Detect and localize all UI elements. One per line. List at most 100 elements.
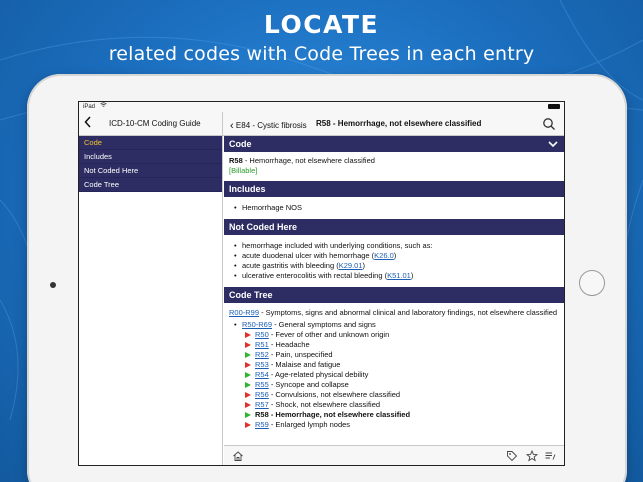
item-text: ) [393, 251, 397, 260]
code-line: R58 - Hemorrhage, not elsewhere classifi… [229, 156, 559, 166]
current-code-text: - Hemorrhage, not elsewhere classified [268, 410, 411, 419]
tree-child-text: - Shock, not elsewhere classified [268, 400, 381, 409]
tag-icon[interactable] [506, 450, 518, 462]
chevron-left-icon[interactable] [84, 116, 92, 131]
status-bar: iPad [79, 102, 564, 112]
sidebar-item-code-tree[interactable]: Code Tree [79, 178, 222, 192]
tree-list: R50-R69 - General symptoms and signs R50… [229, 320, 559, 430]
bottom-toolbar [224, 445, 564, 465]
tree-child-text: - Malaise and fatigue [268, 360, 341, 369]
home-button[interactable] [579, 270, 605, 296]
search-icon[interactable] [542, 117, 556, 131]
code-link-r54[interactable]: R54 [255, 370, 269, 379]
tree-child-text: - Convulsions, not elsewhere classified [268, 390, 401, 399]
code-link-r52[interactable]: R52 [255, 350, 269, 359]
code-link-r51[interactable]: R51 [255, 340, 269, 349]
section-header-code-tree[interactable]: Code Tree [224, 287, 564, 303]
list-item: ulcerative enterocolitis with rectal ble… [229, 271, 559, 281]
headline-title: LOCATE [263, 10, 380, 39]
section-header-code[interactable]: Code [224, 136, 564, 152]
list-item: acute duodenal ulcer with hemorrhage (K2… [229, 251, 559, 261]
code-description: - Hemorrhage, not elsewhere classified [242, 156, 375, 165]
tree-child-item: R51 - Headache [229, 340, 559, 350]
section-title: Not Coded Here [229, 222, 298, 232]
code-link-r50[interactable]: R50 [255, 330, 269, 339]
sidebar-item-includes[interactable]: Includes [79, 150, 222, 164]
section-title: Code [229, 139, 252, 149]
section-header-includes[interactable]: Includes [224, 181, 564, 197]
sidebar-list: Code Includes Not Coded Here Code Tree [79, 136, 222, 192]
notes-icon[interactable] [544, 450, 556, 462]
right-nav: ‹ E84 - Cystic fibrosis R58 - Hemorrhage… [224, 112, 564, 136]
section-title: Includes [229, 184, 266, 194]
section-body-code-tree: R00-R99 - Symptoms, signs and abnormal c… [224, 303, 564, 435]
code-link-r56[interactable]: R56 [255, 390, 269, 399]
tree-child-text: - Pain, unspecified [268, 350, 333, 359]
play-green-icon [245, 382, 251, 388]
tree-child-item: R52 - Pain, unspecified [229, 350, 559, 360]
code-link-r57[interactable]: R57 [255, 400, 269, 409]
content-pane: Code R58 - Hemorrhage, not elsewhere cla… [224, 136, 564, 445]
sidebar-item-code[interactable]: Code [79, 136, 222, 150]
play-red-icon [245, 362, 251, 368]
tree-child-item: R53 - Malaise and fatigue [229, 360, 559, 370]
code-link-r53[interactable]: R53 [255, 360, 269, 369]
item-text: acute duodenal ulcer with hemorrhage ( [242, 251, 375, 260]
play-red-icon [245, 422, 251, 428]
item-text: ) [362, 261, 366, 270]
play-green-icon [245, 412, 251, 418]
tree-child-text: - Syncope and collapse [268, 380, 349, 389]
tree-child-item: R55 - Syncope and collapse [229, 380, 559, 390]
code-link-r59[interactable]: R59 [255, 420, 269, 429]
breadcrumb-back[interactable]: ‹ E84 - Cystic fibrosis [230, 119, 307, 132]
play-green-icon [245, 352, 251, 358]
play-red-icon [245, 402, 251, 408]
code-link-k26-0[interactable]: K26.0 [374, 251, 394, 260]
code-link-k51-01[interactable]: K51.01 [387, 271, 411, 280]
promo-headline: LOCATE related codes with Code Trees in … [0, 10, 643, 67]
breadcrumb-label: E84 - Cystic fibrosis [235, 121, 307, 130]
code-link-r00-r99[interactable]: R00-R99 [229, 308, 259, 317]
tree-child-item: R56 - Convulsions, not elsewhere classif… [229, 390, 559, 400]
left-nav-title: ICD-10-CM Coding Guide [109, 119, 201, 128]
tree-child-item: R57 - Shock, not elsewhere classified [229, 400, 559, 410]
list-item: hemorrhage included with underlying cond… [229, 241, 559, 251]
play-green-icon [245, 372, 251, 378]
camera [50, 282, 56, 288]
current-code-label: R58 [255, 410, 269, 419]
battery-icon [548, 104, 560, 109]
tree-child-text: - Enlarged lymph nodes [268, 420, 351, 429]
item-text: acute gastritis with bleeding ( [242, 261, 339, 270]
section-body-not-coded-here: hemorrhage included with underlying cond… [224, 235, 564, 287]
wifi-icon [99, 102, 107, 110]
code-link-k29-01[interactable]: K29.01 [339, 261, 363, 270]
star-icon[interactable] [526, 450, 538, 462]
navigation-bar: ICD-10-CM Coding Guide ‹ E84 - Cystic fi… [79, 112, 564, 136]
section-body-code: R58 - Hemorrhage, not elsewhere classifi… [224, 152, 564, 181]
list-item: Hemorrhage NOS [229, 203, 559, 213]
page-title: R58 - Hemorrhage, not elsewhere classifi… [316, 119, 482, 128]
item-text: ulcerative enterocolitis with rectal ble… [242, 271, 388, 280]
sidebar: Code Includes Not Coded Here Code Tree [79, 136, 223, 465]
code-link-r55[interactable]: R55 [255, 380, 269, 389]
section-header-not-coded-here[interactable]: Not Coded Here [224, 219, 564, 235]
play-red-icon [245, 342, 251, 348]
tree-child-item: R58 - Hemorrhage, not elsewhere classifi… [229, 410, 559, 420]
tree-child-text: - Age-related physical debility [268, 370, 369, 379]
app-screen: iPad ICD-10-CM Coding Guide ‹ E84 - Cyst… [78, 101, 565, 466]
tree-group-text: - General symptoms and signs [272, 320, 376, 329]
home-icon[interactable] [232, 450, 244, 462]
code-value: R58 [229, 156, 243, 165]
tree-child-text: - Headache [268, 340, 310, 349]
tree-child-item: R50 - Fever of other and unknown origin [229, 330, 559, 340]
chevron-left-icon: ‹ [230, 120, 234, 132]
play-red-icon [245, 392, 251, 398]
chevron-down-icon[interactable] [548, 137, 558, 148]
tree-child-text: - Fever of other and unknown origin [268, 330, 390, 339]
item-text: ) [410, 271, 414, 280]
sidebar-item-not-coded-here[interactable]: Not Coded Here [79, 164, 222, 178]
section-title: Code Tree [229, 290, 273, 300]
code-link-r50-r69[interactable]: R50-R69 [242, 320, 272, 329]
tree-group: R50-R69 - General symptoms and signs [229, 320, 559, 330]
headline-subtitle: related codes with Code Trees in each en… [108, 43, 535, 65]
